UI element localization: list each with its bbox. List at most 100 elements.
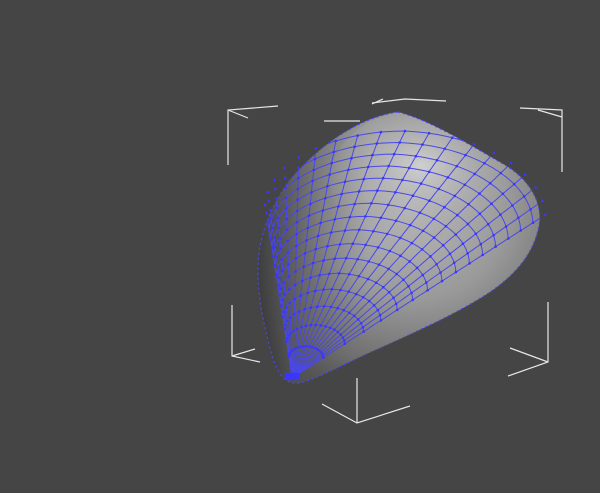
- mesh-vertex: [472, 142, 476, 146]
- mesh-vertex: [296, 372, 300, 376]
- mesh-vertex: [432, 236, 436, 239]
- mesh-vertex: [314, 147, 318, 150]
- mesh-vertex: [353, 145, 356, 148]
- mesh-vertex: [286, 251, 290, 254]
- mesh-vertex: [289, 316, 292, 319]
- mesh-vertex: [372, 304, 376, 307]
- mesh-vertex: [330, 161, 334, 165]
- mesh-vertex: [492, 151, 496, 155]
- mesh-vertex: [352, 314, 356, 318]
- mesh-vertex: [501, 192, 505, 196]
- mesh-vertex: [356, 258, 359, 261]
- mesh-vertex: [268, 208, 272, 212]
- mesh-vertex: [401, 178, 404, 182]
- viewport-canvas[interactable]: [0, 0, 600, 493]
- mesh-vertex: [292, 313, 296, 316]
- mesh-vertex: [478, 192, 481, 195]
- mesh-vertex: [394, 219, 398, 223]
- 3d-viewport[interactable]: [0, 0, 600, 493]
- mesh-vertex: [316, 305, 319, 308]
- mesh-vertex: [322, 305, 326, 308]
- mesh-vertex: [474, 232, 478, 236]
- mesh-vertex: [296, 377, 300, 381]
- mesh-vertex: [276, 216, 280, 220]
- mesh-vertex: [334, 139, 338, 143]
- mesh-vertex: [286, 337, 289, 341]
- mesh-vertex: [339, 288, 342, 292]
- mesh-vertex: [287, 334, 290, 338]
- mesh-vertex: [350, 156, 353, 160]
- mesh-vertex: [292, 329, 296, 333]
- mesh-vertex: [382, 285, 385, 289]
- mesh-vertex: [343, 339, 346, 342]
- mesh-vertex: [414, 154, 418, 158]
- mesh-vertex: [296, 346, 299, 349]
- mesh-vertex: [504, 225, 508, 228]
- mesh-vertex: [377, 263, 381, 267]
- mesh-vertex: [364, 243, 367, 247]
- mesh-vertex: [278, 293, 281, 297]
- mesh-vertex: [314, 323, 318, 327]
- mesh-vertex: [275, 273, 278, 277]
- mesh-vertex: [312, 168, 316, 172]
- mesh-vertex: [372, 229, 375, 233]
- mesh-vertex: [309, 276, 312, 279]
- mesh-vertex: [461, 242, 465, 245]
- mesh-vertex: [499, 213, 502, 216]
- mesh-vertex: [281, 315, 285, 319]
- mesh-vertex: [275, 206, 279, 210]
- mesh-vertex: [311, 261, 315, 265]
- mesh-vertex: [492, 233, 495, 237]
- mesh-vertex: [309, 306, 313, 309]
- mesh-vertex: [375, 142, 379, 145]
- mesh-vertex: [371, 153, 374, 157]
- mesh-vertex: [295, 221, 299, 224]
- mesh-vertex: [367, 260, 371, 263]
- mesh-vertex: [283, 293, 287, 296]
- mesh-vertex: [309, 323, 313, 327]
- mesh-vertex: [408, 223, 412, 227]
- mesh-vertex: [273, 264, 277, 267]
- mesh-vertex: [421, 273, 425, 277]
- mesh-vertex: [280, 258, 284, 261]
- mesh-vertex: [284, 323, 287, 327]
- mesh-vertex: [361, 326, 365, 329]
- mesh-vertex: [270, 217, 273, 221]
- mesh-vertex: [269, 237, 272, 240]
- mesh-vertex: [328, 272, 331, 276]
- mesh-vertex: [333, 218, 337, 221]
- mesh-vertex: [507, 237, 510, 240]
- mesh-vertex: [543, 213, 547, 217]
- mesh-vertex: [293, 297, 297, 301]
- mesh-vertex: [421, 143, 424, 146]
- mesh-vertex: [473, 172, 477, 176]
- mesh-vertex: [348, 311, 351, 315]
- mesh-vertex: [277, 226, 281, 230]
- mesh-vertex: [275, 255, 278, 259]
- mesh-vertex: [278, 276, 281, 280]
- mesh-object[interactable]: [250, 100, 547, 400]
- mesh-vertex: [294, 375, 297, 378]
- mesh-vertex: [453, 194, 457, 198]
- mesh-vertex: [279, 304, 283, 308]
- mesh-vertex: [392, 152, 396, 156]
- mesh-vertex: [293, 283, 297, 287]
- mesh-vertex: [267, 199, 271, 203]
- mesh-vertex: [297, 156, 301, 159]
- mesh-vertex: [306, 226, 310, 230]
- mesh-vertex: [490, 202, 493, 205]
- mesh-vertex: [343, 229, 347, 232]
- mesh-vertex: [402, 278, 405, 282]
- mesh-vertex: [347, 290, 350, 294]
- mesh-vertex: [455, 164, 459, 168]
- mesh-vertex: [322, 259, 325, 262]
- mesh-vertex: [285, 207, 288, 210]
- mesh-vertex: [266, 220, 270, 223]
- mesh-vertex: [387, 291, 391, 294]
- mesh-vertex: [486, 222, 490, 226]
- mesh-vertex: [282, 281, 286, 284]
- mesh-vertex: [302, 265, 306, 269]
- mesh-vertex: [296, 209, 299, 213]
- mesh-vertex: [512, 182, 516, 186]
- mesh-vertex: [289, 377, 293, 381]
